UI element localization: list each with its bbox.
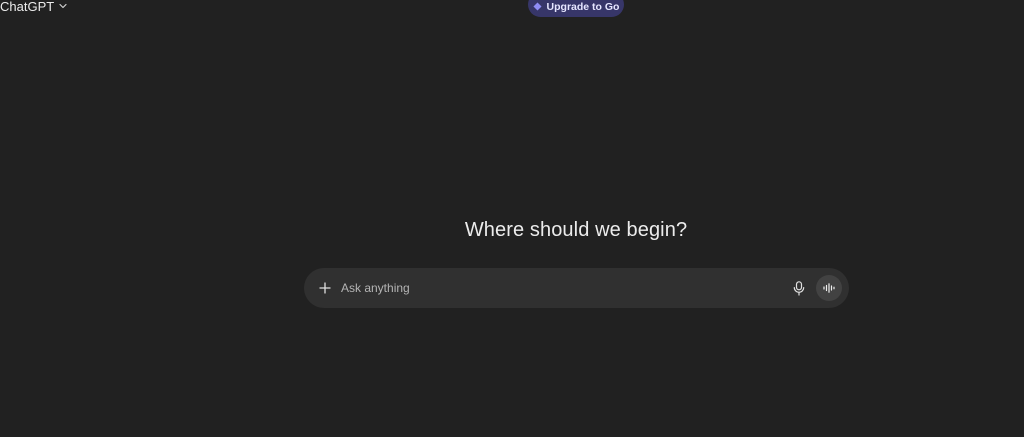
model-selector[interactable]: ChatGPT — [0, 0, 68, 16]
diamond-icon — [532, 2, 542, 11]
plus-icon[interactable] — [314, 277, 336, 299]
waveform-icon — [823, 283, 835, 293]
prompt-input[interactable] — [341, 278, 761, 298]
upgrade-button[interactable]: Upgrade to Go — [528, 0, 624, 17]
microphone-icon[interactable] — [786, 279, 812, 297]
upgrade-label: Upgrade to Go — [546, 0, 620, 13]
voice-mode-button[interactable] — [816, 275, 842, 301]
model-name: ChatGPT — [0, 0, 55, 14]
page-headline: Where should we begin? — [464, 219, 688, 241]
prompt-composer — [304, 268, 849, 308]
chevron-down-icon — [58, 1, 68, 11]
chat-page: ChatGPT Upgrade to Go Where should we be… — [0, 0, 1024, 437]
